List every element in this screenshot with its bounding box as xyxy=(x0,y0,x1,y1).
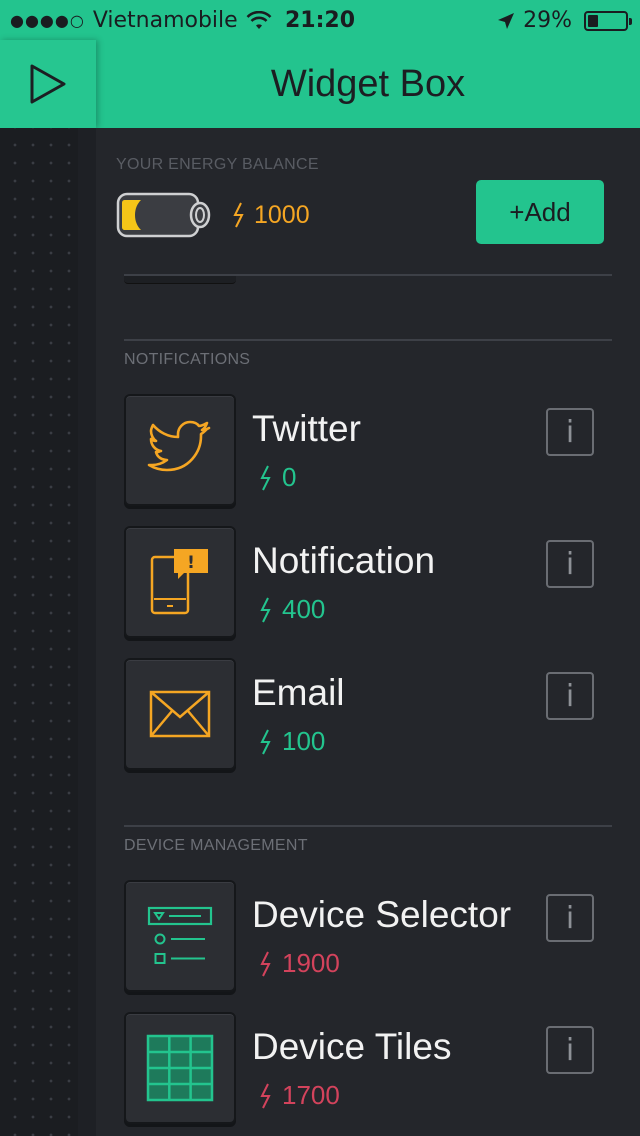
svg-text:!: ! xyxy=(187,553,195,573)
lightning-icon xyxy=(260,465,271,490)
info-button[interactable]: i xyxy=(546,1026,594,1074)
divider xyxy=(124,339,612,341)
section-title-notifications: NOTIFICATIONS xyxy=(124,351,251,368)
device-tiles-icon xyxy=(146,1034,214,1102)
widget-cost: 0 xyxy=(260,462,296,493)
lightning-icon xyxy=(260,729,271,754)
info-button[interactable]: i xyxy=(546,672,594,720)
widget-cost-value: 0 xyxy=(282,462,297,492)
widget-tile-device-selector[interactable] xyxy=(124,880,236,992)
lightning-icon xyxy=(260,951,271,976)
info-button[interactable]: i xyxy=(546,894,594,942)
battery-percent: 29% xyxy=(523,8,572,33)
lightning-icon xyxy=(260,597,271,622)
widget-cost-value: 1900 xyxy=(282,948,340,978)
battery-icon xyxy=(584,10,632,31)
lightning-icon xyxy=(233,202,244,228)
widget-name: Notification xyxy=(252,540,436,581)
widget-tile-twitter[interactable] xyxy=(124,394,236,506)
widget-cost-value: 1700 xyxy=(282,1080,340,1110)
widget-item-twitter[interactable]: Twitter 0 i xyxy=(124,394,612,506)
device-selector-icon xyxy=(147,906,213,964)
energy-balance-value: 1000 xyxy=(232,201,310,230)
energy-amount: 1000 xyxy=(254,200,310,229)
widget-cost: 1900 xyxy=(260,948,340,979)
widget-item-notification[interactable]: ! Notification 400 i xyxy=(124,526,612,638)
page-title: Widget Box xyxy=(270,62,466,105)
widget-cost: 1700 xyxy=(260,1080,340,1111)
widget-box-panel[interactable]: YOUR ENERGY BALANCE 1000 +Add NOTIFICATI… xyxy=(96,128,640,1136)
phone-notification-icon: ! xyxy=(150,549,208,615)
widget-cost-value: 100 xyxy=(282,726,326,756)
location-arrow-icon xyxy=(498,12,515,29)
info-button[interactable]: i xyxy=(546,540,594,588)
widget-cost: 100 xyxy=(260,726,325,757)
section-title-device-management: DEVICE MANAGEMENT xyxy=(124,837,308,854)
project-canvas[interactable] xyxy=(0,128,96,1136)
twitter-bird-icon xyxy=(147,420,211,472)
widget-tile-device-tiles[interactable] xyxy=(124,1012,236,1124)
widget-cost-value: 400 xyxy=(282,594,326,624)
divider xyxy=(124,825,612,827)
widget-name: Email xyxy=(252,672,345,713)
info-button[interactable]: i xyxy=(546,408,594,456)
widget-name: Device Tiles xyxy=(252,1026,452,1067)
play-icon xyxy=(30,64,66,104)
battery-fill xyxy=(588,14,598,27)
add-energy-button[interactable]: +Add xyxy=(476,180,604,244)
widget-tile-notification[interactable]: ! xyxy=(124,526,236,638)
energy-balance-label: YOUR ENERGY BALANCE xyxy=(116,156,319,173)
widget-name: Twitter xyxy=(252,408,361,449)
envelope-icon xyxy=(149,690,211,738)
app-header: Widget Box xyxy=(0,40,640,128)
widget-item-email[interactable]: Email 100 i xyxy=(124,658,612,770)
status-bar: ●●●●○ Vietnamobile 21:20 29% xyxy=(0,0,640,40)
widget-item-device-selector[interactable]: Device Selector 1900 i xyxy=(124,880,612,992)
play-button[interactable] xyxy=(0,40,96,128)
status-right: 29% xyxy=(497,8,632,33)
lightning-icon xyxy=(260,1083,271,1108)
widget-tile-email[interactable] xyxy=(124,658,236,770)
widget-item-device-tiles[interactable]: Device Tiles 1700 i xyxy=(124,1012,612,1124)
energy-balance-row: 1000 xyxy=(116,190,310,240)
widget-name: Device Selector xyxy=(252,894,512,935)
widget-cost: 400 xyxy=(260,594,325,625)
energy-battery-icon xyxy=(116,192,211,238)
previous-widget-tile-edge xyxy=(124,276,236,284)
